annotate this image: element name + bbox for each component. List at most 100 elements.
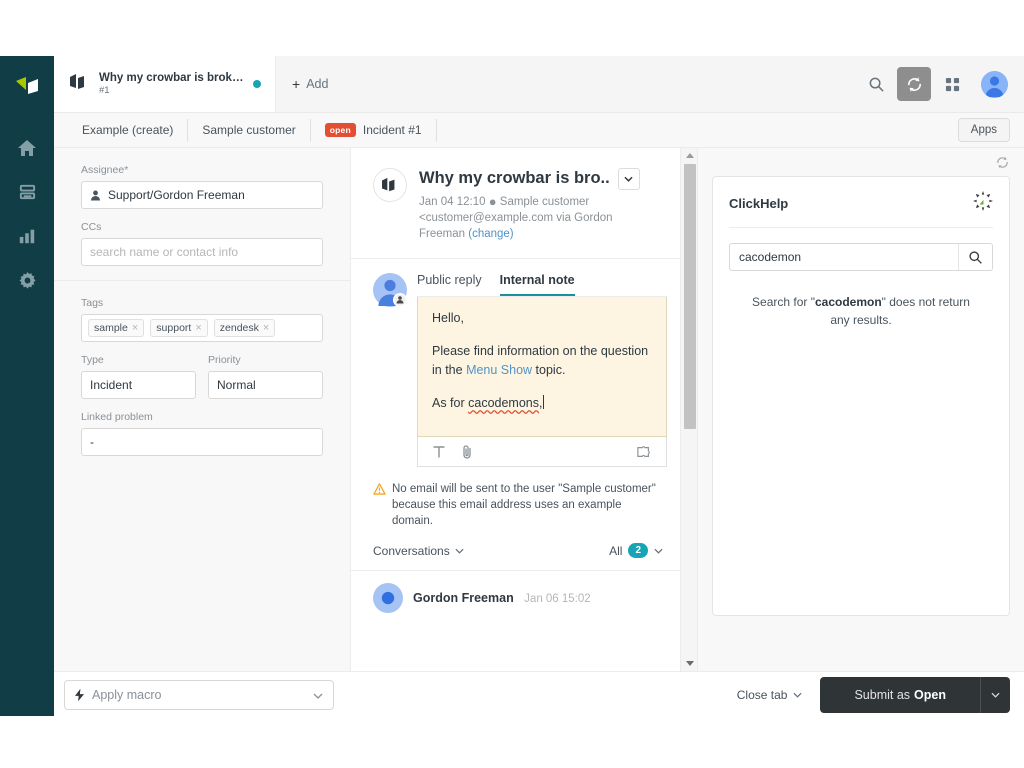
page-title: Why my crowbar is bro.. (419, 169, 610, 187)
type-field[interactable]: Incident (81, 371, 196, 399)
person-icon (90, 190, 101, 201)
filter-count-badge: 2 (628, 543, 648, 558)
comment-date: Jan 06 15:02 (524, 593, 591, 605)
conversations-bar: Conversations All 2 (351, 529, 681, 571)
note-line3-before: As for (432, 396, 469, 410)
conversation-comment[interactable]: Gordon Freeman Jan 06 15:02 (351, 571, 681, 613)
breadcrumb-item-current[interactable]: open Incident #1 (311, 118, 437, 142)
header-actions (859, 56, 1024, 112)
clickhelp-empty-state: Search for "cacodemon" does not return a… (729, 293, 993, 329)
breadcrumb-label: Incident #1 (362, 123, 422, 137)
assignee-label: Assignee* (81, 164, 129, 176)
scrollbar-thumb[interactable] (684, 164, 696, 429)
tag-chip[interactable]: sample × (88, 319, 145, 337)
scroll-up-button[interactable] (681, 148, 698, 163)
conversation-filter-dropdown[interactable]: All 2 (609, 543, 663, 558)
sidebar-item-reporting[interactable] (0, 214, 54, 258)
home-icon (18, 140, 36, 156)
chevron-down-icon (313, 688, 323, 702)
note-editor[interactable]: Hello, Please find information on the qu… (417, 297, 667, 437)
apps-sidebar-toolbar (698, 148, 1024, 176)
lightning-icon (75, 688, 84, 702)
ticket-menu-button[interactable] (617, 168, 640, 190)
close-tab-button[interactable]: Close tab (737, 688, 821, 702)
tags-field[interactable]: sample × support × zendesk × (81, 314, 323, 342)
submit-options-button[interactable] (980, 677, 1010, 713)
empty-term: cacodemon (814, 295, 882, 309)
clickhelp-header: ClickHelp (729, 191, 993, 228)
ticket-email: <customer@example.com via (419, 212, 571, 224)
bar-chart-icon (19, 229, 35, 244)
search-input[interactable] (730, 244, 958, 270)
apply-macro-label: Apply macro (92, 688, 162, 702)
tab-public-reply[interactable]: Public reply (417, 273, 482, 296)
apps-puzzle-icon[interactable] (636, 445, 652, 459)
chevron-down-icon (455, 548, 464, 554)
zendesk-logo-icon[interactable] (13, 74, 41, 102)
sidebar-item-home[interactable] (0, 126, 54, 170)
add-tab-button[interactable]: + Add (276, 56, 344, 112)
search-icon (969, 250, 982, 264)
add-tab-label: Add (306, 77, 329, 91)
user-avatar[interactable] (981, 70, 1008, 98)
ticket-icon (68, 73, 90, 96)
remove-tag-icon[interactable]: × (263, 322, 269, 334)
search-submit-button[interactable] (958, 244, 992, 270)
tag-chip[interactable]: support × (150, 319, 208, 337)
sidebar-item-views[interactable] (0, 170, 54, 214)
text-format-icon[interactable] (432, 445, 446, 459)
filter-label: All (609, 543, 623, 558)
tags-section: Tags sample × support × zendesk × Type I… (54, 281, 350, 470)
ticket-tab-bar: Why my crowbar is broken? #1 + Add (54, 56, 1024, 113)
ccs-field[interactable]: search name or contact info (81, 238, 323, 266)
clickhelp-app-card: ClickHelp cacodemon Search for "cacodemo… (712, 176, 1010, 616)
tags-label: Tags (81, 297, 104, 309)
remove-tag-icon[interactable]: × (132, 322, 138, 334)
ccs-label: CCs (81, 221, 102, 233)
tab-ticket-1[interactable]: Why my crowbar is broken? #1 (54, 56, 276, 112)
apps-sidebar: ClickHelp cacodemon Search for "cacodemo… (698, 148, 1024, 671)
apply-macro-dropdown[interactable]: Apply macro (64, 680, 334, 710)
tab-internal-note[interactable]: Internal note (499, 273, 575, 296)
meta-separator: ● (488, 193, 497, 209)
change-requester-link[interactable]: (change) (468, 228, 513, 240)
assignee-value: Support/Gordon Freeman (108, 188, 245, 202)
breadcrumb-label: Example (create) (82, 123, 174, 137)
menu-show-link[interactable]: Menu Show (466, 363, 532, 377)
remove-tag-icon[interactable]: × (195, 322, 201, 334)
global-nav-rail (0, 56, 54, 716)
refresh-button[interactable] (897, 67, 931, 101)
editor-toolbar (417, 437, 667, 467)
submit-button[interactable]: Submit as Open (820, 677, 980, 713)
apps-grid-button[interactable] (935, 67, 969, 101)
type-group: Type Incident (81, 354, 196, 399)
linked-problem-field[interactable]: - (81, 428, 323, 456)
note-text-after-link: topic. (532, 363, 566, 377)
breadcrumb-item-0[interactable]: Example (create) (68, 118, 189, 142)
conversation-scrollbar[interactable] (680, 148, 697, 671)
warning-icon (373, 483, 386, 495)
views-deck-icon (19, 184, 35, 199)
note-greeting: Hello, (432, 311, 464, 325)
refresh-apps-icon[interactable] (995, 155, 1010, 170)
type-label: Type (81, 354, 104, 366)
warning-text: No email will be sent to the user "Sampl… (392, 483, 656, 527)
close-tab-label: Close tab (736, 688, 788, 702)
gear-icon (18, 271, 36, 289)
attachment-icon[interactable] (460, 444, 474, 460)
conversations-label: Conversations (373, 543, 450, 558)
tag-chip[interactable]: zendesk × (213, 319, 276, 337)
sidebar-item-admin[interactable] (0, 258, 54, 302)
linked-problem-label: Linked problem (81, 411, 153, 423)
breadcrumb-item-1[interactable]: Sample customer (188, 118, 311, 142)
conversations-dropdown[interactable]: Conversations (373, 544, 464, 558)
tag-label: support (156, 322, 192, 334)
apps-button[interactable]: Apps (957, 118, 1010, 142)
assignee-field[interactable]: Support/Gordon Freeman (81, 181, 323, 209)
compose-channel-tabs: Public reply Internal note (417, 273, 667, 297)
priority-field[interactable]: Normal (208, 371, 323, 399)
scroll-down-button[interactable] (681, 656, 698, 671)
search-button[interactable] (859, 67, 893, 101)
note-line3-after: , (539, 396, 543, 410)
note-paragraph: Please find information on the question … (432, 342, 652, 380)
